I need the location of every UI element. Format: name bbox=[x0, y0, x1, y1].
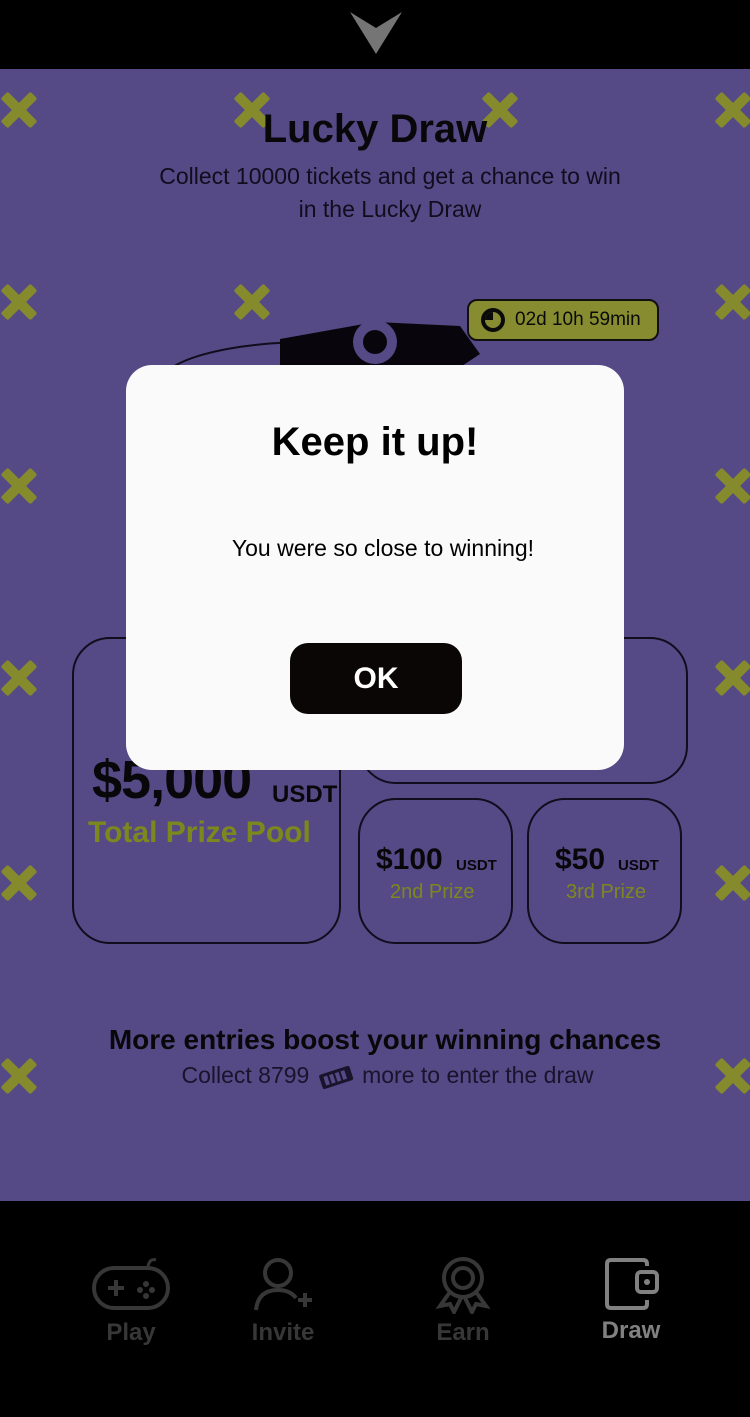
dialog-title: Keep it up! bbox=[271, 420, 479, 464]
result-dialog: Keep it up! You were so close to winning… bbox=[126, 365, 624, 770]
dialog-message: You were so close to winning! bbox=[231, 535, 535, 561]
ok-button[interactable]: OK bbox=[290, 643, 462, 714]
